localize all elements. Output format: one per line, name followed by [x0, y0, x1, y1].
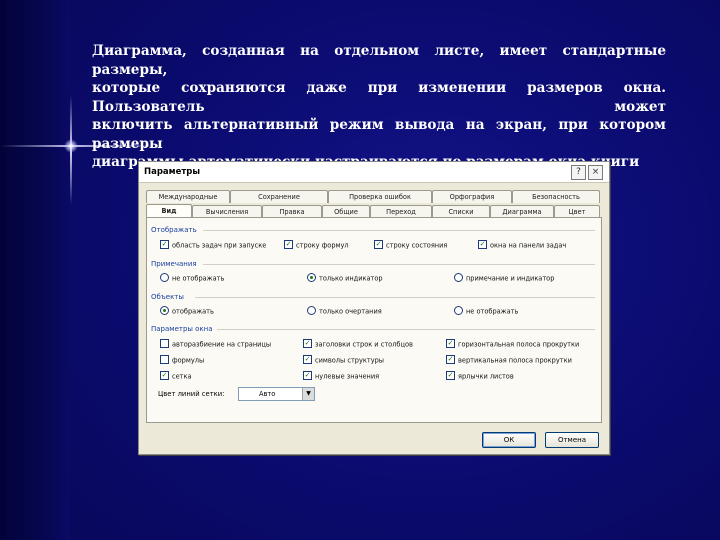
- dialog-title: Параметры: [144, 167, 201, 177]
- checkbox-check-icon: ✓: [446, 355, 455, 364]
- group-label-objects: Объекты: [151, 293, 184, 301]
- group-label-show: Отображать: [151, 226, 197, 234]
- checkbox-check-icon: ✓: [303, 355, 312, 364]
- radio-icon: [454, 273, 463, 282]
- checkbox-sheet-tabs[interactable]: ✓ ярлычки листов: [446, 371, 514, 381]
- checkbox-check-icon: ✓: [160, 240, 169, 249]
- radio-label: не отображать: [466, 307, 519, 316]
- radio-label: только индикатор: [319, 274, 383, 283]
- checkbox-label: формулы: [172, 356, 205, 365]
- radio-notes-comment-indicator[interactable]: примечание и индикатор: [454, 273, 555, 283]
- gridline-color-label: Цвет линий сетки:: [158, 390, 225, 398]
- checkbox-label: авторазбиение на страницы: [172, 340, 272, 349]
- dialog-titlebar[interactable]: Параметры ? ×: [139, 162, 609, 183]
- radio-label: отображать: [172, 307, 214, 316]
- checkbox-label: окна на панели задач: [490, 241, 567, 250]
- tab-save[interactable]: Сохранение: [230, 190, 328, 203]
- checkbox-check-icon: ✓: [374, 240, 383, 249]
- checkbox-label: строку формул: [296, 241, 349, 250]
- radio-icon: [160, 273, 169, 282]
- checkbox-label: нулевые значения: [315, 372, 380, 381]
- checkbox-label: заголовки строк и столбцов: [315, 340, 413, 349]
- checkbox-label: сетка: [172, 372, 192, 381]
- group-label-notes: Примечания: [151, 260, 197, 268]
- tab-international[interactable]: Международные: [146, 190, 230, 203]
- close-icon[interactable]: ×: [588, 165, 603, 180]
- checkbox-label: символы структуры: [315, 356, 384, 365]
- checkbox-check-icon: ✓: [446, 371, 455, 380]
- slide-body-text: Диаграмма, созданная на отдельном листе,…: [92, 42, 666, 172]
- checkbox-label: ярлычки листов: [458, 372, 514, 381]
- tab-spelling[interactable]: Орфография: [432, 190, 512, 203]
- checkbox-check-icon: ✓: [303, 339, 312, 348]
- checkbox-zero-values[interactable]: ✓ нулевые значения: [303, 371, 380, 381]
- radio-label: примечание и индикатор: [466, 274, 555, 283]
- options-dialog: Параметры ? × Международные Сохранение П…: [138, 161, 610, 455]
- checkbox-label: горизонтальная полоса прокрутки: [458, 340, 580, 349]
- checkbox-check-icon: ✓: [446, 339, 455, 348]
- slide-left-band: [0, 0, 70, 540]
- radio-icon: [454, 306, 463, 315]
- checkbox-vertical-scrollbar[interactable]: ✓ вертикальная полоса прокрутки: [446, 355, 572, 365]
- group-divider: [203, 264, 595, 265]
- checkbox-label: вертикальная полоса прокрутки: [458, 356, 572, 365]
- slide-text-line: Диаграмма, созданная на отдельном листе,…: [92, 43, 666, 78]
- slide-text-line: включить альтернативный режим вывода на …: [92, 117, 666, 152]
- checkbox-status-bar[interactable]: ✓ строку состояния: [374, 240, 448, 250]
- checkbox-check-icon: ✓: [284, 240, 293, 249]
- group-divider: [195, 297, 595, 298]
- group-divider: [203, 230, 595, 231]
- gridline-color-value: Авто: [259, 390, 276, 398]
- cancel-button[interactable]: Отмена: [545, 432, 599, 448]
- checkbox-gridlines[interactable]: ✓ сетка: [160, 371, 192, 381]
- checkbox-horizontal-scrollbar[interactable]: ✓ горизонтальная полоса прокрутки: [446, 339, 580, 349]
- checkbox-check-icon: ✓: [160, 371, 169, 380]
- group-divider: [217, 329, 595, 330]
- checkbox-outline-symbols[interactable]: ✓ символы структуры: [303, 355, 384, 365]
- checkbox-formula-bar[interactable]: ✓ строку формул: [284, 240, 349, 250]
- sparkle-star-icon: [64, 139, 78, 153]
- radio-selected-icon: [307, 273, 316, 282]
- ok-button[interactable]: ОК: [482, 432, 536, 448]
- checkbox-task-pane[interactable]: ✓ область задач при запуске: [160, 240, 267, 250]
- checkbox-auto-page-breaks[interactable]: авторазбиение на страницы: [160, 339, 272, 349]
- tab-security[interactable]: Безопасность: [512, 190, 600, 203]
- group-label-window-options: Параметры окна: [151, 325, 213, 333]
- radio-label: не отображать: [172, 274, 225, 283]
- radio-objects-outline[interactable]: только очертания: [307, 306, 382, 316]
- slide-text-line: которые сохраняются даже при изменении р…: [92, 80, 666, 115]
- checkbox-row-col-headers[interactable]: ✓ заголовки строк и столбцов: [303, 339, 413, 349]
- checkbox-formulas[interactable]: формулы: [160, 355, 205, 365]
- radio-notes-none[interactable]: не отображать: [160, 273, 225, 283]
- checkbox-label: область задач при запуске: [172, 241, 267, 250]
- gridline-color-select[interactable]: Авто ▼: [238, 387, 315, 401]
- help-icon[interactable]: ?: [571, 165, 586, 180]
- radio-label: только очертания: [319, 307, 382, 316]
- view-tab-panel: Отображать ✓ область задач при запуске ✓ с…: [146, 217, 602, 423]
- tab-view[interactable]: Вид: [146, 204, 192, 218]
- checkbox-check-icon: ✓: [478, 240, 487, 249]
- radio-notes-indicator[interactable]: только индикатор: [307, 273, 383, 283]
- checkbox-check-icon: ✓: [303, 371, 312, 380]
- checkbox-icon: [160, 339, 169, 348]
- radio-icon: [307, 306, 316, 315]
- radio-objects-hide[interactable]: не отображать: [454, 306, 519, 316]
- checkbox-taskbar-windows[interactable]: ✓ окна на панели задач: [478, 240, 567, 250]
- chevron-down-icon[interactable]: ▼: [302, 388, 314, 400]
- tab-error-checking[interactable]: Проверка ошибок: [328, 190, 432, 203]
- checkbox-icon: [160, 355, 169, 364]
- radio-selected-icon: [160, 306, 169, 315]
- checkbox-label: строку состояния: [386, 241, 448, 250]
- radio-objects-show[interactable]: отображать: [160, 306, 214, 316]
